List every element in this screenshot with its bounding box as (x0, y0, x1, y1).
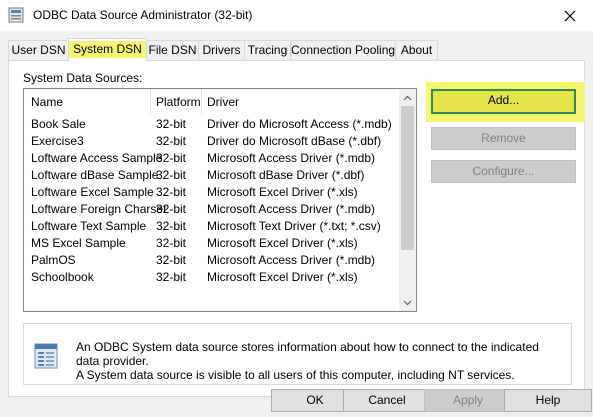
info-text-line-1: An ODBC System data source stores inform… (76, 340, 539, 368)
list-item[interactable]: PalmOS 32-bit Microsoft Access Driver (*… (24, 252, 401, 269)
list-item[interactable]: Exercise3 32-bit Driver do Microsoft dBa… (24, 133, 401, 150)
list-item[interactable]: Book Sale 32-bit Driver do Microsoft Acc… (24, 116, 401, 133)
row-name: PalmOS (31, 253, 76, 267)
data-source-icon (34, 343, 58, 369)
title-bar: ODBC Data Source Administrator (32-bit) (0, 0, 593, 31)
column-header-driver[interactable]: Driver (207, 95, 239, 109)
row-platform: 32-bit (156, 168, 187, 182)
list-header: Name Platform Driver (24, 89, 401, 114)
row-platform: 32-bit (156, 270, 187, 284)
info-text: An ODBC System data source stores inform… (76, 340, 556, 382)
row-platform: 32-bit (156, 151, 187, 165)
row-platform: 32-bit (156, 236, 187, 250)
close-icon (564, 10, 576, 21)
data-sources-list[interactable]: Name Platform Driver Book Sale 32-bit Dr… (23, 88, 417, 312)
row-platform: 32-bit (156, 117, 187, 131)
row-driver: Microsoft Access Driver (*.mdb) (207, 202, 376, 216)
close-button[interactable] (547, 0, 593, 31)
row-driver: Microsoft Excel Driver (*.xls) (207, 185, 358, 199)
row-driver: Microsoft Excel Driver (*.xls) (207, 236, 358, 250)
row-platform: 32-bit (156, 219, 187, 233)
row-driver: Microsoft Access Driver (*.mdb) (207, 151, 376, 165)
row-name: Schoolbook (31, 270, 94, 284)
list-item[interactable]: Loftware Foreign Charset 32-bit Microsof… (24, 201, 401, 218)
help-button[interactable]: Help (504, 389, 592, 412)
list-item[interactable]: Loftware Access Sample 32-bit Microsoft … (24, 150, 401, 167)
tab-about[interactable]: About (395, 40, 438, 60)
tab-system-dsn[interactable]: System DSN (68, 38, 147, 61)
row-name: Loftware Foreign Charset (31, 202, 167, 216)
tab-connection-pooling[interactable]: Connection Pooling (290, 40, 396, 60)
apply-button[interactable]: Apply (424, 389, 512, 412)
chevron-up-icon (403, 95, 412, 100)
remove-button[interactable]: Remove (431, 127, 576, 150)
list-item[interactable]: Loftware Text Sample 32-bit Microsoft Te… (24, 218, 401, 235)
row-platform: 32-bit (156, 202, 187, 216)
row-name: Loftware dBase Sample (31, 168, 159, 182)
row-driver: Microsoft dBase Driver (*.dbf) (207, 168, 365, 182)
window-title: ODBC Data Source Administrator (32-bit) (33, 8, 253, 22)
configure-button[interactable]: Configure... (431, 160, 576, 183)
dialog-client-area: User DSN System DSN File DSN Drivers Tra… (0, 31, 593, 417)
scroll-down-button[interactable] (399, 294, 416, 311)
vertical-scrollbar[interactable] (399, 89, 416, 311)
row-driver: Microsoft Excel Driver (*.xls) (207, 270, 358, 284)
row-driver: Microsoft Text Driver (*.txt; *.csv) (207, 219, 381, 233)
list-item[interactable]: Loftware Excel Sample 32-bit Microsoft E… (24, 184, 401, 201)
column-divider[interactable] (150, 89, 151, 114)
system-dsn-panel: System Data Sources: Name Platform Drive… (8, 60, 585, 397)
row-platform: 32-bit (156, 185, 187, 199)
row-name: Book Sale (31, 117, 86, 131)
tab-drivers[interactable]: Drivers (198, 40, 245, 60)
system-data-sources-label: System Data Sources: (23, 71, 143, 85)
odbc-app-icon (8, 7, 24, 23)
scroll-up-button[interactable] (399, 89, 416, 106)
tab-file-dsn[interactable]: File DSN (146, 40, 199, 60)
tab-tracing[interactable]: Tracing (244, 40, 291, 60)
info-text-line-2: A System data source is visible to all u… (76, 368, 515, 382)
add-button[interactable]: Add... (431, 89, 576, 114)
row-name: MS Excel Sample (31, 236, 126, 250)
column-header-name[interactable]: Name (31, 95, 63, 109)
row-name: Loftware Excel Sample (31, 185, 154, 199)
tab-user-dsn[interactable]: User DSN (8, 40, 69, 60)
list-item[interactable]: MS Excel Sample 32-bit Microsoft Excel D… (24, 235, 401, 252)
chevron-down-icon (403, 300, 412, 305)
column-header-platform[interactable]: Platform (156, 95, 201, 109)
info-box: An ODBC System data source stores inform… (23, 323, 572, 385)
cancel-button[interactable]: Cancel (343, 389, 431, 412)
row-name: Loftware Text Sample (31, 219, 147, 233)
row-driver: Microsoft Access Driver (*.mdb) (207, 253, 376, 267)
row-driver: Driver do Microsoft Access (*.mdb) (207, 117, 392, 131)
row-driver: Driver do Microsoft dBase (*.dbf) (207, 134, 382, 148)
scroll-thumb[interactable] (401, 106, 414, 250)
row-name: Loftware Access Sample (31, 151, 163, 165)
row-name: Exercise3 (31, 134, 84, 148)
row-platform: 32-bit (156, 253, 187, 267)
list-item[interactable]: Schoolbook 32-bit Microsoft Excel Driver… (24, 269, 401, 286)
column-divider[interactable] (201, 89, 202, 114)
list-item[interactable]: Loftware dBase Sample 32-bit Microsoft d… (24, 167, 401, 184)
row-platform: 32-bit (156, 134, 187, 148)
